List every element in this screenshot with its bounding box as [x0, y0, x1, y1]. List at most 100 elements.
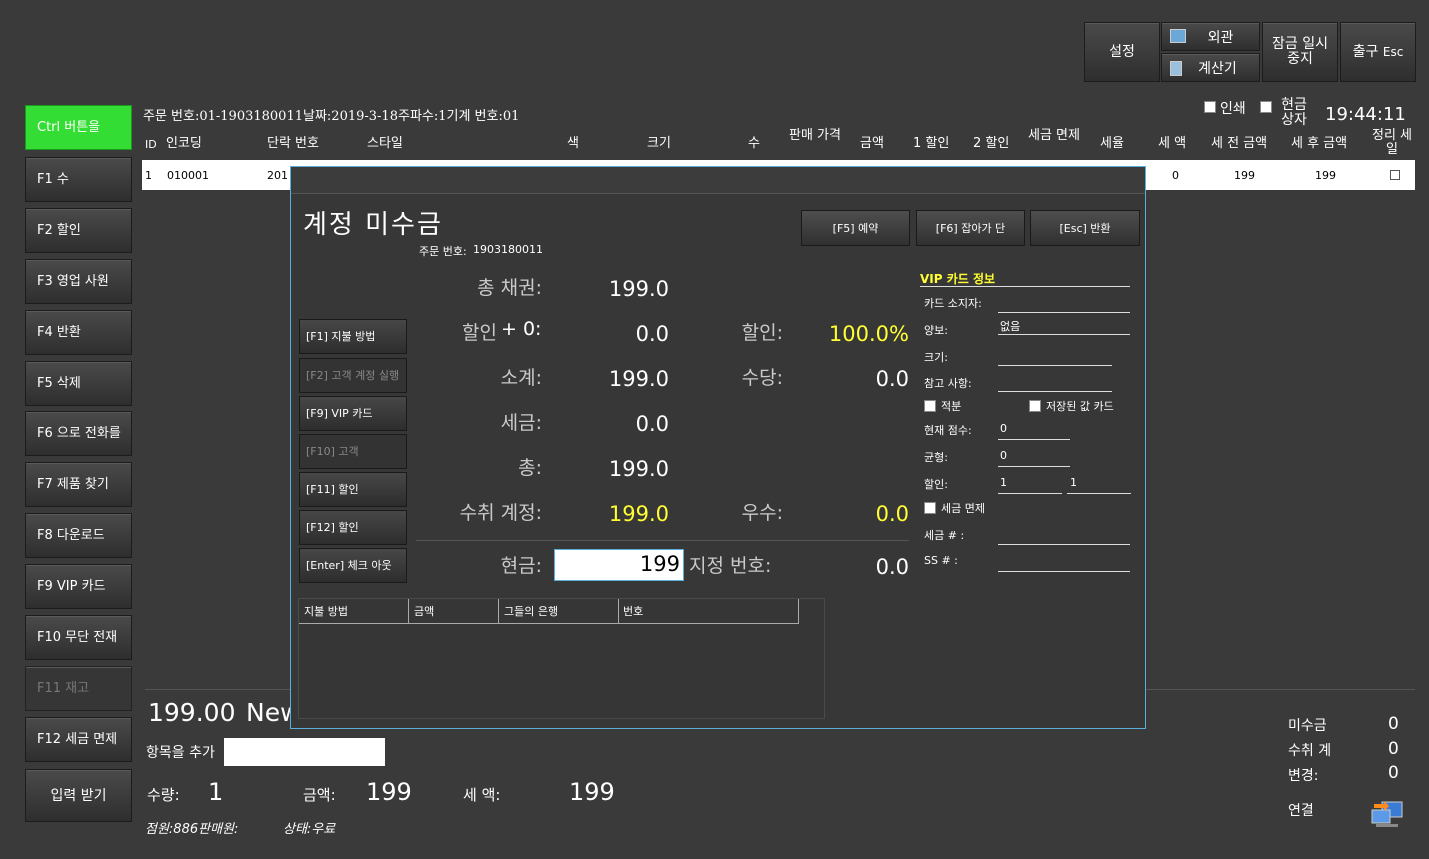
vip-tax-free-checkbox[interactable]	[924, 502, 936, 514]
reserve-button[interactable]: [F5] 예약	[801, 210, 910, 246]
receivable-label: 수취 계정:	[459, 502, 542, 524]
change-label: 변경:	[1288, 768, 1319, 784]
exit-button[interactable]: 출구 Esc	[1340, 22, 1416, 82]
subtotal-label: 소계:	[500, 367, 542, 389]
appearance-label: 외관	[1207, 29, 1234, 46]
discount-value: 0.0	[635, 322, 669, 346]
calculator-button[interactable]: 계산기	[1161, 53, 1260, 82]
sidebar-button-13[interactable]: 입력 받기	[25, 769, 132, 822]
received-label: 수취 계	[1288, 743, 1332, 759]
vip-current-points-field[interactable]	[998, 439, 1070, 440]
sidebar-button-11[interactable]: F11 재고	[25, 666, 132, 711]
discount-pct-value: 100.0%	[828, 322, 909, 346]
payment-table[interactable]: 지불 방법 금액 그들의 은행 번호	[298, 598, 825, 719]
vip-size-field[interactable]	[998, 365, 1112, 366]
vip-discount-a-field[interactable]	[998, 493, 1062, 494]
back-button[interactable]: [Esc] 반환	[1030, 210, 1140, 246]
vip-note-field[interactable]	[998, 391, 1112, 392]
vip-tax-no-label: 세금 # :	[924, 529, 965, 542]
sidebar-button-1[interactable]: F1 수	[25, 157, 132, 202]
sidebar-button-10[interactable]: F10 무단 전재	[25, 615, 132, 660]
vip-title: VIP 카드 정보	[920, 272, 996, 286]
payment-button-3[interactable]: [F10] 고객	[299, 434, 407, 469]
vip-yield-field[interactable]	[998, 334, 1130, 335]
summary-divider	[416, 540, 909, 541]
payment-button-5[interactable]: [F12] 할인	[299, 510, 407, 545]
sidebar-button-label: F8 다운로드	[37, 527, 105, 543]
exit-label: 출구	[1352, 43, 1379, 60]
discount-pct-label: 할인:	[741, 322, 783, 344]
vip-points-checkbox[interactable]	[924, 400, 936, 412]
payment-button-0[interactable]: [F1] 지불 방법	[299, 319, 407, 354]
vip-note-label: 참고 사항:	[924, 377, 972, 390]
vip-balance-field[interactable]	[998, 466, 1070, 467]
qty-value: 1	[208, 778, 224, 806]
vip-holder-field[interactable]	[998, 312, 1130, 313]
vip-title-line	[920, 286, 1130, 287]
pay-col-sep	[408, 599, 409, 624]
row-settle-checkbox[interactable]	[1390, 170, 1400, 180]
payment-button-6[interactable]: [Enter] 체크 아웃	[299, 548, 407, 583]
vip-stored-checkbox[interactable]	[1029, 400, 1041, 412]
col-short-no: 단락 번호	[267, 136, 319, 151]
sidebar-button-4[interactable]: F4 반환	[25, 310, 132, 355]
tax-value: 199	[569, 778, 615, 806]
sidebar-button-label: F1 수	[37, 171, 69, 187]
sidebar-button-6[interactable]: F6 으로 전화를	[25, 411, 132, 456]
dialog-titlebar[interactable]	[291, 167, 1145, 194]
sidebar-button-5[interactable]: F5 삭제	[25, 361, 132, 406]
designated-value: 0.0	[875, 555, 909, 579]
amount-display: 199.00	[148, 698, 236, 727]
sidebar-button-7[interactable]: F7 제품 찾기	[25, 462, 132, 507]
print-checkbox[interactable]	[1204, 101, 1216, 113]
receivable-dialog: 계정 미수금 주문 번호: 1903180011 [F5] 예약 [F6] 잡아…	[290, 166, 1146, 729]
sidebar-button-3[interactable]: F3 영업 사원	[25, 259, 132, 304]
add-item-input[interactable]	[224, 738, 385, 766]
vip-balance-label: 균형:	[924, 451, 948, 464]
sidebar-button-12[interactable]: F12 세금 면제	[25, 717, 132, 762]
network-connection-icon[interactable]	[1370, 798, 1404, 830]
cash-box-checkbox[interactable]	[1260, 101, 1272, 113]
subtotal-value: 199.0	[608, 367, 669, 391]
sidebar-button-label: 입력 받기	[50, 787, 107, 804]
payment-button-label: [F9] VIP 카드	[306, 406, 373, 420]
payment-button-2[interactable]: [F9] VIP 카드	[299, 396, 407, 431]
vip-current-points-label: 현재 점수:	[924, 424, 972, 437]
qty-label: 수량:	[147, 786, 180, 804]
order-info-line: 주문 번호:01-1903180011날짜:2019-3-18주파수:1기계 번…	[143, 109, 520, 124]
col-tax-rate: 세율	[1100, 136, 1124, 151]
row-post-tax: 199	[1315, 169, 1336, 182]
vip-discount-label: 할인:	[924, 478, 948, 491]
cash-input-value: 199	[639, 552, 680, 576]
hold-button[interactable]: [F6] 잡아가 단	[916, 210, 1025, 246]
total-claim-label: 총 채권:	[477, 277, 542, 299]
settings-button[interactable]: 설정	[1084, 22, 1160, 82]
status-state: 상태:우료	[283, 822, 336, 837]
payment-button-label: [F12] 할인	[306, 520, 359, 534]
cash-input[interactable]: 199	[554, 549, 684, 581]
dialog-order-no: 1903180011	[473, 243, 543, 256]
appearance-button[interactable]: 외관	[1161, 22, 1260, 51]
lock-pause-button[interactable]: 잠금 일시 중지	[1262, 22, 1338, 82]
vip-ss-field[interactable]	[998, 571, 1130, 572]
change-value: 0	[1388, 763, 1399, 783]
row-id: 1	[145, 169, 152, 182]
vip-holder-label: 카드 소지자:	[924, 297, 982, 310]
col-style: 스타일	[367, 136, 403, 151]
sidebar-button-8[interactable]: F8 다운로드	[25, 513, 132, 558]
sidebar-button-9[interactable]: F9 VIP 카드	[25, 564, 132, 609]
sidebar-button-2[interactable]: F2 할인	[25, 208, 132, 253]
col-qty: 수	[748, 136, 760, 151]
vip-yield-label: 양보:	[924, 324, 948, 337]
sidebar-button-label: F7 제품 찾기	[37, 476, 109, 492]
sidebar-button-0[interactable]: Ctrl 버튼을	[25, 105, 132, 150]
vip-discount-b-field[interactable]	[1067, 493, 1131, 494]
dialog-order-label: 주문 번호:	[419, 245, 467, 258]
payment-button-1[interactable]: [F2] 고객 계정 실행	[299, 358, 407, 393]
sidebar-button-label: F4 반환	[37, 324, 81, 340]
payment-button-4[interactable]: [F11] 할인	[299, 472, 407, 507]
vip-discount-a: 1	[1000, 476, 1007, 489]
vip-tax-no-field[interactable]	[998, 544, 1130, 545]
unpaid-value: 0	[1388, 714, 1399, 734]
vip-size-label: 크기:	[924, 351, 948, 364]
